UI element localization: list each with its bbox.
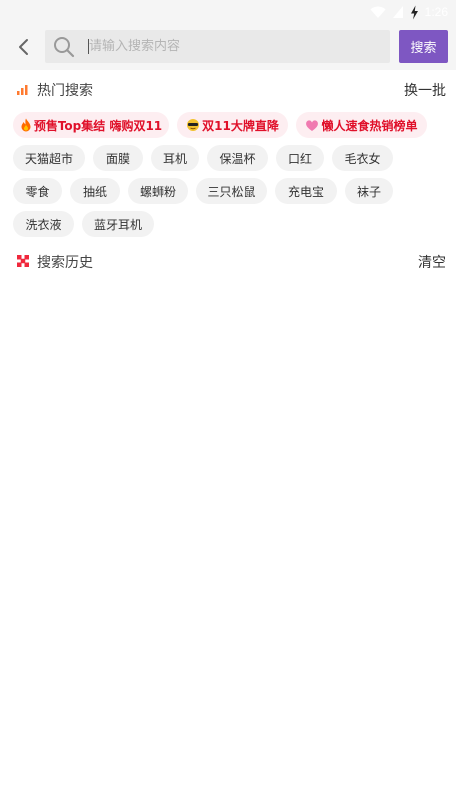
search-button[interactable]: 搜索 <box>399 30 448 63</box>
refresh-batch-button[interactable]: 换一批 <box>404 80 446 100</box>
back-button[interactable] <box>10 33 38 61</box>
promo-chip[interactable]: 预售Top集结 嗨购双11 <box>13 112 169 138</box>
hot-tag-chip[interactable]: 零食 <box>13 178 62 204</box>
hot-search-title: 热门搜索 <box>37 83 93 99</box>
status-bar: 1:26 <box>0 0 456 24</box>
hot-tag-chip[interactable]: 耳机 <box>151 145 199 171</box>
sunglasses-face-icon <box>186 118 200 132</box>
hot-tag-chip[interactable]: 天猫超市 <box>13 145 85 171</box>
hot-tag-chip[interactable]: 袜子 <box>345 178 393 204</box>
heart-icon <box>305 119 319 132</box>
status-time: 1:26 <box>424 5 448 19</box>
grid-icon <box>17 255 29 267</box>
hot-search-header: 热门搜索 换一批 <box>0 74 456 104</box>
search-input[interactable] <box>87 30 382 63</box>
hot-tag-chip[interactable]: 毛衣女 <box>332 145 393 171</box>
text-caret <box>88 39 89 54</box>
battery-charging-icon <box>410 5 418 19</box>
promo-chip-label: 懒人速食热销榜单 <box>321 118 418 133</box>
signal-icon <box>392 6 403 18</box>
search-history-title: 搜索历史 <box>37 255 93 271</box>
bar-chart-icon <box>17 85 28 95</box>
hot-tag-chip[interactable]: 蓝牙耳机 <box>82 211 154 237</box>
promo-chip[interactable]: 懒人速食热销榜单 <box>296 112 427 138</box>
hot-tag-chip[interactable]: 抽纸 <box>70 178 120 204</box>
promo-chip-label: 预售Top集结 嗨购双11 <box>33 118 163 133</box>
promo-chip[interactable]: 双11大牌直降 <box>177 112 288 138</box>
clear-history-button[interactable]: 清空 <box>418 252 446 272</box>
hot-tag-chip[interactable]: 面膜 <box>93 145 143 171</box>
hot-tag-chip[interactable]: 保温杯 <box>207 145 268 171</box>
search-box[interactable] <box>45 30 390 63</box>
promo-chip-label: 双11大牌直降 <box>202 118 279 133</box>
status-icons: 1:26 <box>370 4 448 20</box>
search-header: 搜索 <box>0 24 456 70</box>
hot-tag-chip[interactable]: 三只松鼠 <box>196 178 267 204</box>
search-history-header: 搜索历史 清空 <box>0 246 456 276</box>
hot-tag-chip[interactable]: 螺蛳粉 <box>128 178 188 204</box>
hot-tag-chip[interactable]: 充电宝 <box>275 178 337 204</box>
wifi-icon <box>370 6 386 18</box>
chevron-left-icon <box>19 39 28 55</box>
hot-tag-chip[interactable]: 口红 <box>276 145 324 171</box>
search-icon <box>54 37 75 58</box>
hot-tag-chip[interactable]: 洗衣液 <box>13 211 74 237</box>
fire-icon <box>20 118 32 132</box>
